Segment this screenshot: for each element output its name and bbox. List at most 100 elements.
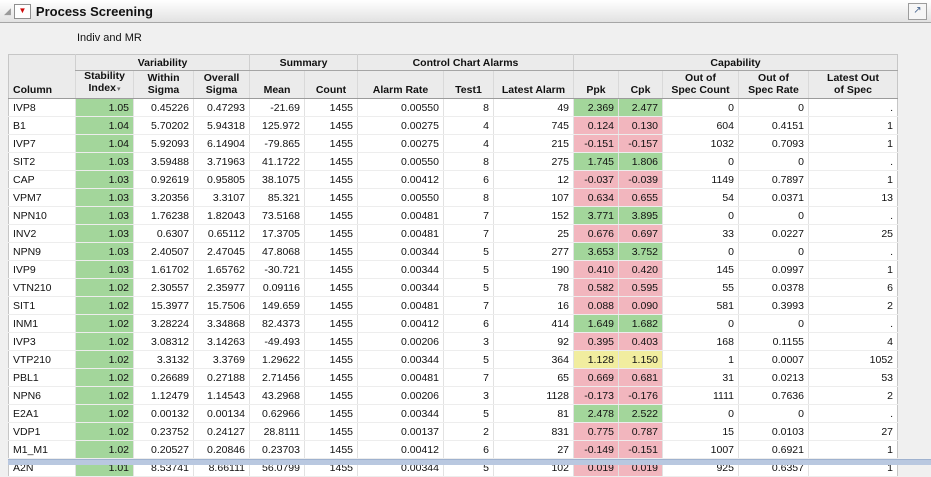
cell-latest-out-of-spec: 1052: [809, 351, 898, 369]
cell-count: 1455: [305, 423, 358, 441]
cell-latest-alarm: 65: [494, 369, 574, 387]
cell-ppk: -0.151: [574, 135, 619, 153]
cell-mean: 0.62966: [250, 405, 305, 423]
outline-collapse-icon[interactable]: ◢: [4, 7, 11, 16]
row-label[interactable]: NPN10: [9, 207, 76, 225]
cell-within-sigma: 0.6307: [134, 225, 194, 243]
cell-mean: 125.972: [250, 117, 305, 135]
cell-count: 1455: [305, 117, 358, 135]
cell-latest-out-of-spec: 25: [809, 225, 898, 243]
cell-stability-index: 1.02: [76, 297, 134, 315]
group-header-summary: Summary: [250, 55, 358, 71]
row-label[interactable]: B1: [9, 117, 76, 135]
row-label[interactable]: VDP1: [9, 423, 76, 441]
cell-out-of-spec-count: 0: [663, 207, 739, 225]
cell-latest-alarm: 215: [494, 135, 574, 153]
row-label[interactable]: SIT2: [9, 153, 76, 171]
cell-out-of-spec-rate: 0: [739, 405, 809, 423]
row-label[interactable]: VPM7: [9, 189, 76, 207]
row-label[interactable]: E2A1: [9, 405, 76, 423]
cell-alarm-rate: 0.00275: [358, 135, 444, 153]
open-in-window-button[interactable]: ↗: [908, 3, 927, 20]
method-label: Indiv and MR: [77, 32, 931, 44]
cell-overall-sigma: 0.95805: [194, 171, 250, 189]
cell-latest-out-of-spec: .: [809, 153, 898, 171]
cell-count: 1455: [305, 279, 358, 297]
column-header-test1[interactable]: Test1: [444, 71, 494, 99]
cell-test1: 7: [444, 225, 494, 243]
cell-test1: 6: [444, 441, 494, 459]
cell-stability-index: 1.04: [76, 135, 134, 153]
cell-out-of-spec-rate: 0.0213: [739, 369, 809, 387]
cell-mean: 2.71456: [250, 369, 305, 387]
column-header-latest-alarm[interactable]: Latest Alarm: [494, 71, 574, 99]
column-header-stability-index[interactable]: StabilityIndex▾: [76, 71, 134, 99]
cell-cpk: 0.420: [619, 261, 663, 279]
row-label[interactable]: INM1: [9, 315, 76, 333]
cell-test1: 3: [444, 387, 494, 405]
row-label[interactable]: NPN6: [9, 387, 76, 405]
column-header-within-sigma[interactable]: WithinSigma: [134, 71, 194, 99]
column-header-count[interactable]: Count: [305, 71, 358, 99]
cell-out-of-spec-rate: 0.0007: [739, 351, 809, 369]
column-header-latest-out-of-spec[interactable]: Latest Outof Spec: [809, 71, 898, 99]
row-label[interactable]: IVP3: [9, 333, 76, 351]
column-header-out-of-spec-rate[interactable]: Out ofSpec Rate: [739, 71, 809, 99]
row-label[interactable]: M1_M1: [9, 441, 76, 459]
process-screening-table: ColumnVariabilitySummaryControl Chart Al…: [8, 54, 898, 477]
table-row: IVP31.023.083123.14263-49.49314550.00206…: [9, 333, 898, 351]
cell-latest-alarm: 27: [494, 441, 574, 459]
cell-within-sigma: 15.3977: [134, 297, 194, 315]
cell-alarm-rate: 0.00550: [358, 153, 444, 171]
cell-within-sigma: 3.3132: [134, 351, 194, 369]
row-label[interactable]: SIT1: [9, 297, 76, 315]
cell-ppk: 0.395: [574, 333, 619, 351]
column-header-ppk[interactable]: Ppk: [574, 71, 619, 99]
cell-cpk: 3.895: [619, 207, 663, 225]
cell-test1: 6: [444, 171, 494, 189]
column-header-mean[interactable]: Mean: [250, 71, 305, 99]
cell-latest-out-of-spec: 1: [809, 261, 898, 279]
cell-stability-index: 1.03: [76, 153, 134, 171]
column-header-column[interactable]: Column: [9, 55, 76, 99]
row-label[interactable]: VTP210: [9, 351, 76, 369]
cell-overall-sigma: 3.3769: [194, 351, 250, 369]
row-label[interactable]: VTN210: [9, 279, 76, 297]
cell-stability-index: 1.03: [76, 261, 134, 279]
cell-count: 1455: [305, 441, 358, 459]
cell-stability-index: 1.03: [76, 189, 134, 207]
cell-count: 1455: [305, 99, 358, 117]
cell-out-of-spec-count: 1: [663, 351, 739, 369]
cell-out-of-spec-rate: 0.7897: [739, 171, 809, 189]
row-label[interactable]: IVP9: [9, 261, 76, 279]
column-header-alarm-rate[interactable]: Alarm Rate: [358, 71, 444, 99]
process-screening-report: ◢ ▼ Process Screening ↗ Indiv and MR Col…: [0, 0, 931, 477]
cell-overall-sigma: 3.14263: [194, 333, 250, 351]
column-header-out-of-spec-count[interactable]: Out ofSpec Count: [663, 71, 739, 99]
cell-count: 1455: [305, 153, 358, 171]
cell-within-sigma: 1.12479: [134, 387, 194, 405]
row-label[interactable]: IVP8: [9, 99, 76, 117]
cell-ppk: 3.771: [574, 207, 619, 225]
cell-stability-index: 1.02: [76, 351, 134, 369]
cell-stability-index: 1.02: [76, 423, 134, 441]
cell-alarm-rate: 0.00550: [358, 189, 444, 207]
cell-overall-sigma: 1.65762: [194, 261, 250, 279]
cell-within-sigma: 3.59488: [134, 153, 194, 171]
row-label[interactable]: IVP7: [9, 135, 76, 153]
column-header-cpk[interactable]: Cpk: [619, 71, 663, 99]
outline-title-bar: ◢ ▼ Process Screening ↗: [0, 0, 931, 23]
row-label[interactable]: PBL1: [9, 369, 76, 387]
row-label[interactable]: NPN9: [9, 243, 76, 261]
cell-mean: 28.8111: [250, 423, 305, 441]
table-row: IVP91.031.617021.65762-30.72114550.00344…: [9, 261, 898, 279]
cell-alarm-rate: 0.00206: [358, 387, 444, 405]
column-header-overall-sigma[interactable]: OverallSigma: [194, 71, 250, 99]
cell-mean: 82.4373: [250, 315, 305, 333]
row-label[interactable]: INV2: [9, 225, 76, 243]
row-label[interactable]: CAP: [9, 171, 76, 189]
cell-count: 1455: [305, 405, 358, 423]
horizontal-scrollbar[interactable]: [8, 459, 931, 465]
cell-test1: 4: [444, 117, 494, 135]
red-triangle-menu-button[interactable]: ▼: [14, 4, 31, 19]
